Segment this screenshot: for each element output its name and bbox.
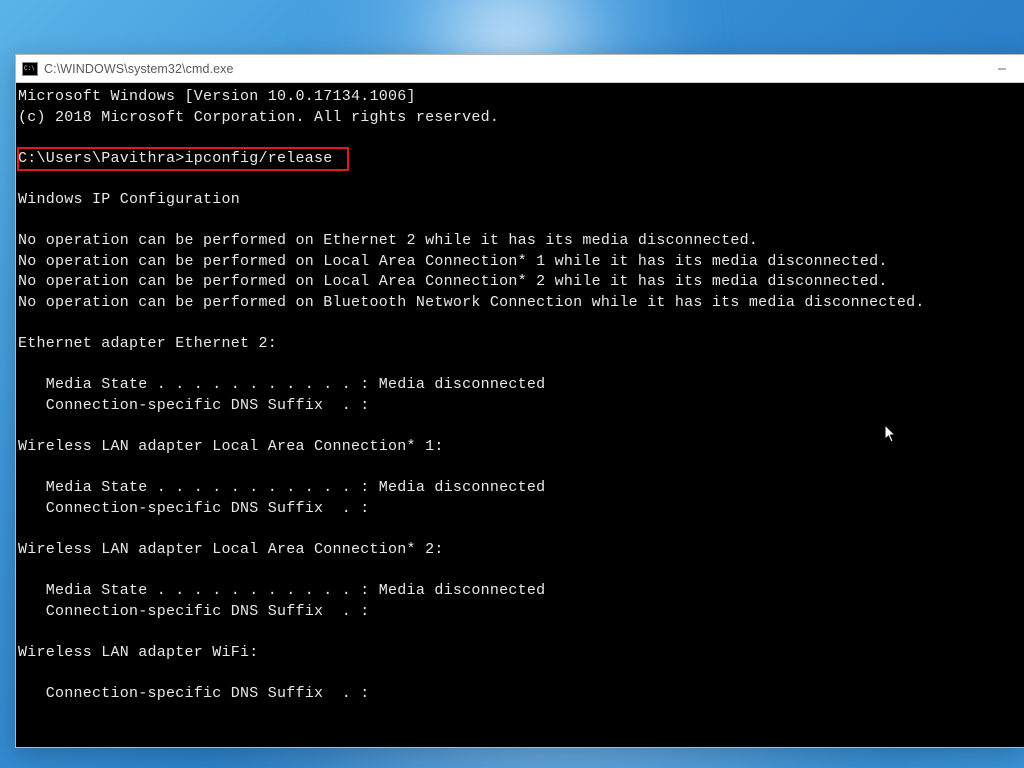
terminal-line: (c) 2018 Microsoft Corporation. All righ… [16, 108, 1024, 129]
terminal-line [16, 622, 1024, 643]
terminal-line [16, 561, 1024, 582]
terminal-line: Connection-specific DNS Suffix . : [16, 684, 1024, 705]
terminal-line: Connection-specific DNS Suffix . : [16, 499, 1024, 520]
terminal-line [16, 664, 1024, 685]
minimize-button[interactable] [979, 55, 1024, 83]
terminal-line: No operation can be performed on Local A… [16, 272, 1024, 293]
terminal-line: No operation can be performed on Local A… [16, 252, 1024, 273]
terminal-line: Media State . . . . . . . . . . . : Medi… [16, 478, 1024, 499]
window-controls [979, 55, 1024, 82]
terminal-line [16, 211, 1024, 232]
terminal-line: C:\Users\Pavithra>ipconfig/release [16, 149, 1024, 170]
terminal-line [16, 128, 1024, 149]
terminal-line: Connection-specific DNS Suffix . : [16, 602, 1024, 623]
terminal-line [16, 417, 1024, 438]
cmd-window: C:\WINDOWS\system32\cmd.exe Microsoft Wi… [15, 54, 1024, 748]
terminal-line: Connection-specific DNS Suffix . : [16, 396, 1024, 417]
terminal-line [16, 355, 1024, 376]
highlight-rectangle [17, 147, 349, 171]
terminal-line [16, 314, 1024, 335]
terminal-line: Microsoft Windows [Version 10.0.17134.10… [16, 87, 1024, 108]
terminal-line: Windows IP Configuration [16, 190, 1024, 211]
terminal-line: Wireless LAN adapter Local Area Connecti… [16, 437, 1024, 458]
terminal-line: Media State . . . . . . . . . . . : Medi… [16, 375, 1024, 396]
terminal-line [16, 519, 1024, 540]
terminal-line: Media State . . . . . . . . . . . : Medi… [16, 581, 1024, 602]
cmd-icon [22, 62, 38, 76]
terminal-line: Wireless LAN adapter Local Area Connecti… [16, 540, 1024, 561]
terminal-output[interactable]: Microsoft Windows [Version 10.0.17134.10… [16, 83, 1024, 747]
terminal-line: Wireless LAN adapter WiFi: [16, 643, 1024, 664]
terminal-line: Ethernet adapter Ethernet 2: [16, 334, 1024, 355]
terminal-line [16, 169, 1024, 190]
terminal-line [16, 458, 1024, 479]
highlighted-command: C:\Users\Pavithra>ipconfig/release [18, 149, 333, 170]
titlebar[interactable]: C:\WINDOWS\system32\cmd.exe [16, 55, 1024, 83]
terminal-line: No operation can be performed on Bluetoo… [16, 293, 1024, 314]
window-title: C:\WINDOWS\system32\cmd.exe [44, 62, 234, 76]
terminal-line: No operation can be performed on Etherne… [16, 231, 1024, 252]
